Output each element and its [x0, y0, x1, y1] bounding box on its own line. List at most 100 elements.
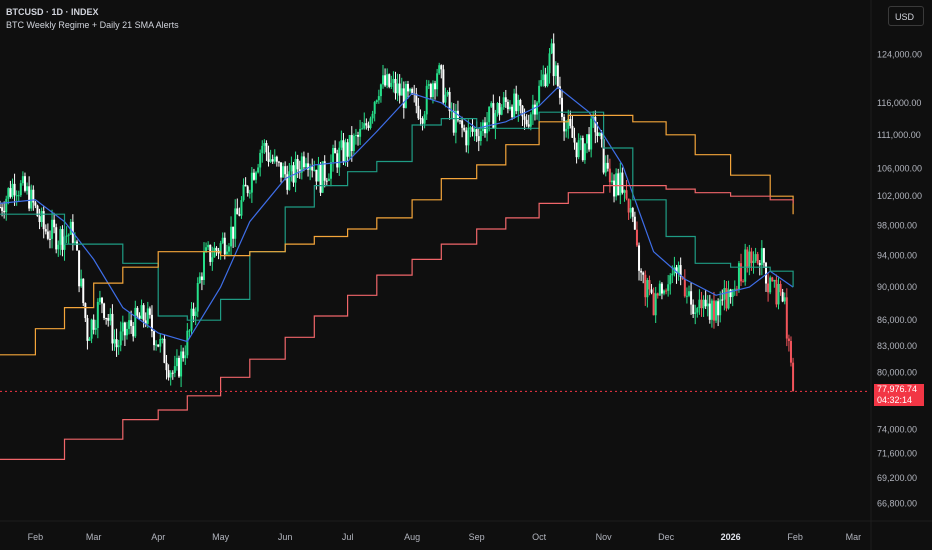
chart-legend: BTCUSD · 1D · INDEX BTC Weekly Regime + … — [6, 6, 179, 32]
candle-body — [746, 249, 749, 268]
candle-body — [121, 322, 124, 332]
y-tick-label: 111,000.00 — [877, 130, 921, 140]
candle-body — [563, 116, 566, 132]
current-price-tag: 77,976.74 04:32:14 — [874, 384, 924, 407]
candle-body — [500, 107, 503, 115]
candle-body — [775, 279, 778, 305]
y-tick-label: 71,600.00 — [877, 448, 917, 458]
candle-body — [421, 118, 424, 124]
candle-body — [671, 273, 674, 276]
candle-body — [96, 301, 99, 328]
candle-body — [92, 319, 95, 330]
candle-body — [161, 338, 164, 340]
candle-body — [692, 304, 695, 314]
candle-body — [338, 147, 341, 168]
candle-body — [719, 299, 722, 316]
candle-body — [269, 159, 272, 162]
candle-body — [51, 219, 54, 239]
weekly-teal-line — [0, 111, 794, 321]
candle-body — [213, 247, 216, 258]
candle-body — [525, 119, 528, 125]
candle-body — [627, 198, 630, 213]
candle-body — [663, 290, 666, 294]
candle-body — [223, 237, 226, 255]
candle-body — [140, 305, 143, 319]
candle-body — [771, 277, 774, 282]
candle-body — [677, 265, 680, 274]
candle-body — [629, 208, 632, 213]
candle-body — [502, 97, 505, 108]
candle-body — [469, 127, 472, 129]
candle-body — [107, 318, 110, 321]
candle-body — [311, 166, 314, 171]
candle-body — [475, 129, 478, 137]
candle-body — [459, 120, 462, 122]
x-tick-label: Oct — [532, 532, 547, 542]
candle-body — [694, 312, 697, 314]
y-tick-label: 90,000.00 — [877, 282, 917, 292]
candle-body — [633, 216, 636, 230]
candle-body — [748, 251, 751, 268]
candle-body — [698, 299, 701, 309]
x-tick-label: Feb — [787, 532, 803, 542]
x-tick-label: Aug — [404, 532, 420, 542]
candle-body — [479, 131, 482, 141]
candle-body — [708, 303, 711, 320]
candle-body — [787, 338, 790, 342]
symbol-title[interactable]: BTCUSD · 1D · INDEX — [6, 6, 179, 19]
candle-body — [198, 276, 201, 284]
candle-body — [277, 161, 280, 163]
candle-body — [398, 83, 401, 96]
candle-body — [290, 165, 293, 172]
candle-body — [669, 275, 672, 285]
candle-body — [178, 357, 181, 377]
candle-body — [334, 148, 337, 154]
candle-body — [119, 331, 122, 346]
candle-body — [465, 130, 468, 146]
candle-body — [538, 85, 541, 103]
candle-body — [610, 180, 613, 183]
candle-body — [631, 208, 634, 217]
candle-body — [690, 291, 693, 305]
candle-body — [392, 78, 395, 83]
candle-body — [17, 195, 20, 197]
candle-body — [561, 97, 564, 117]
candle-body — [377, 96, 380, 101]
candle-body — [128, 320, 131, 329]
candle-body — [240, 200, 243, 216]
candle-body — [717, 301, 720, 316]
currency-button[interactable]: USD — [888, 6, 924, 26]
candle-body — [363, 123, 366, 129]
candle-body — [596, 132, 599, 136]
candle-body — [354, 134, 357, 136]
candle-body — [284, 166, 287, 175]
price-chart[interactable]: 124,000.00 116,000.00 111,000.00 106,000.00… — [0, 0, 932, 550]
candle-body — [635, 229, 638, 246]
candle-body — [5, 198, 8, 213]
candle-body — [379, 84, 382, 97]
candle-body — [15, 195, 18, 197]
candle-body — [13, 183, 16, 196]
candle-body — [259, 152, 262, 168]
candle-body — [367, 125, 370, 128]
candle-body — [59, 229, 62, 245]
candle-body — [232, 226, 235, 239]
candle-body — [382, 75, 385, 85]
candle-body — [654, 293, 657, 316]
x-tick-label: 2026 — [721, 532, 741, 542]
candle-body — [588, 134, 591, 150]
candle-body — [621, 172, 624, 193]
candle-body — [244, 184, 247, 187]
candle-body — [606, 162, 609, 169]
candle-body — [477, 136, 480, 141]
candle-body — [361, 128, 364, 130]
candle-body — [648, 280, 651, 290]
candle-body — [581, 137, 584, 161]
candle-body — [642, 272, 645, 275]
candle-body — [34, 202, 37, 206]
candle-body — [496, 103, 499, 114]
candle-body — [417, 105, 420, 119]
indicator-title[interactable]: BTC Weekly Regime + Daily 21 SMA Alerts — [6, 19, 179, 32]
candle-body — [19, 183, 22, 196]
candle-body — [209, 244, 212, 262]
